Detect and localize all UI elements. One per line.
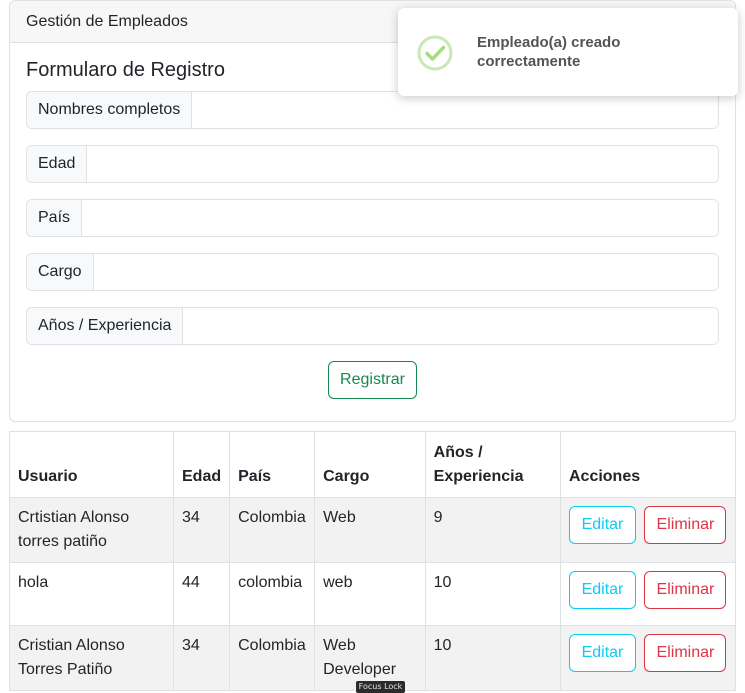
cell-acciones: Editar Eliminar	[559, 497, 737, 563]
field-nombres: Nombres completos	[26, 91, 719, 129]
cell-edad: 44	[172, 562, 231, 626]
success-toast: Empleado(a) creado correctamente	[398, 8, 738, 96]
column-header-pais: País	[229, 431, 316, 498]
cell-cargo: web	[314, 562, 426, 626]
edit-button[interactable]: Editar	[568, 571, 636, 609]
field-label-cargo: Cargo	[27, 254, 94, 290]
employees-table: Usuario Edad País Cargo Años / Experienc…	[9, 431, 737, 691]
toast-message: Empleado(a) creado correctamente	[477, 34, 621, 70]
column-header-edad: Edad	[172, 431, 231, 498]
field-label-edad: Edad	[27, 146, 88, 182]
cell-usuario: Crtistian Alonso torres patiño	[9, 497, 174, 563]
success-check-icon	[417, 35, 453, 71]
cell-pais: Colombia	[229, 625, 316, 691]
column-header-acciones: Acciones	[559, 431, 737, 498]
delete-button[interactable]: Eliminar	[644, 506, 727, 544]
cell-pais: Colombia	[229, 497, 316, 563]
field-pais: País	[26, 199, 719, 237]
registrar-button[interactable]: Registrar	[328, 361, 417, 399]
cell-usuario: hola	[9, 562, 174, 626]
column-header-experiencia: Años / Experiencia	[424, 431, 561, 498]
column-header-usuario: Usuario	[9, 431, 174, 498]
field-experiencia: Años / Experiencia	[26, 307, 719, 345]
cell-acciones: Editar Eliminar	[559, 625, 737, 691]
cell-cargo: Web	[314, 497, 426, 563]
field-edad: Edad	[26, 145, 719, 183]
edit-button[interactable]: Editar	[568, 634, 636, 672]
cell-edad: 34	[172, 625, 231, 691]
field-label-pais: País	[27, 200, 83, 236]
field-cargo: Cargo	[26, 253, 719, 291]
field-label-nombres: Nombres completos	[27, 92, 193, 128]
cell-usuario: Cristian Alonso Torres Patiño	[9, 625, 174, 691]
cell-experiencia: 10	[424, 625, 561, 691]
field-label-experiencia: Años / Experiencia	[27, 308, 184, 344]
table-header-row: Usuario Edad País Cargo Años / Experienc…	[9, 431, 737, 498]
form-title: Formularo de Registro	[26, 59, 225, 81]
focus-lock-badge: Focus Lock	[356, 681, 405, 693]
nombres-input[interactable]	[192, 92, 718, 128]
cell-pais: colombia	[229, 562, 316, 626]
table-row: hola 44 colombia web 10 Editar Eliminar	[9, 562, 737, 626]
cell-experiencia: 10	[424, 562, 561, 626]
edad-input[interactable]	[87, 146, 718, 182]
table-row: Crtistian Alonso torres patiño 34 Colomb…	[9, 497, 737, 563]
delete-button[interactable]: Eliminar	[644, 634, 727, 672]
delete-button[interactable]: Eliminar	[644, 571, 727, 609]
cell-acciones: Editar Eliminar	[559, 562, 737, 626]
edit-button[interactable]: Editar	[568, 506, 636, 544]
experiencia-input[interactable]	[183, 308, 718, 344]
cell-experiencia: 9	[424, 497, 561, 563]
cargo-input[interactable]	[93, 254, 718, 290]
pais-input[interactable]	[82, 200, 718, 236]
column-header-cargo: Cargo	[314, 431, 426, 498]
cell-edad: 34	[172, 497, 231, 563]
